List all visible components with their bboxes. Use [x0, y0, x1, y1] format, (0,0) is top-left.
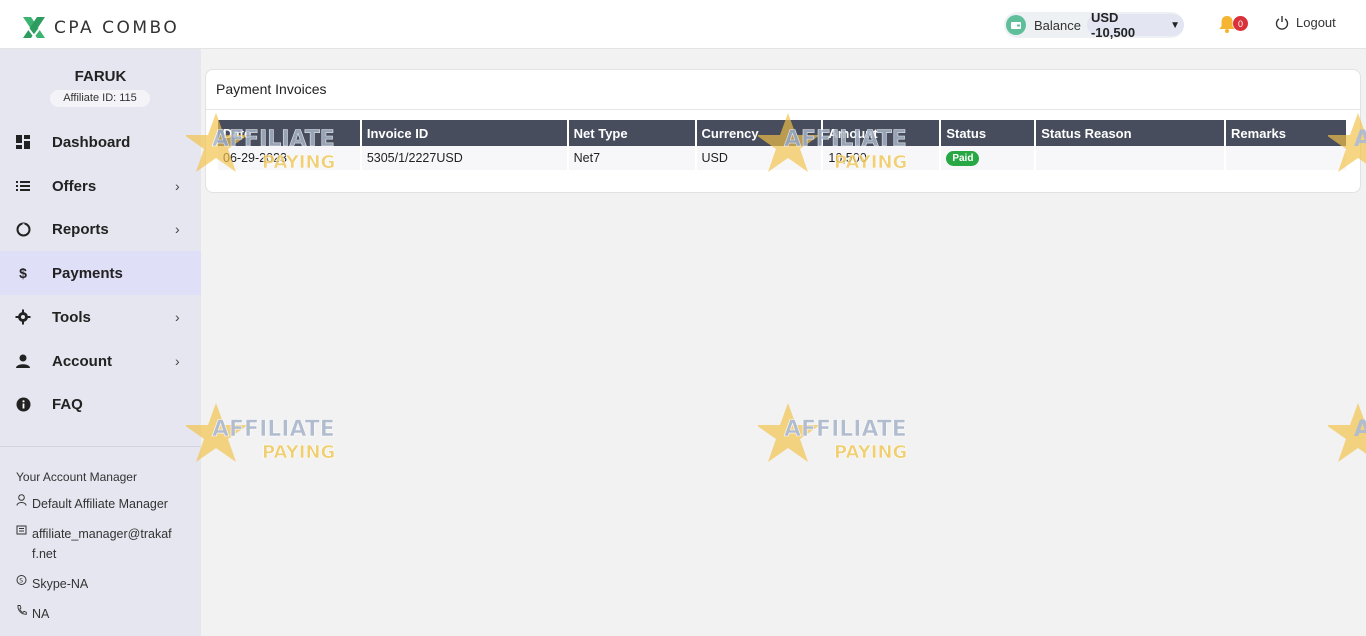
brand-name: CPA COMBO	[54, 18, 180, 38]
balance-value: USD -10,500	[1090, 10, 1136, 40]
account-manager-name: Default Affiliate Manager	[32, 497, 168, 511]
watermark-logo: AFFILIATE	[1328, 403, 1366, 462]
invoices-table: Date Invoice ID Net Type Currency Amount…	[218, 120, 1348, 170]
gear-icon	[15, 309, 31, 325]
watermark-line1: AFFILIATE	[784, 417, 907, 442]
account-manager-email-line2: f.net	[32, 547, 57, 561]
cell-status: Paid	[940, 146, 1037, 170]
sidebar-item-payments[interactable]: $ Payments	[0, 251, 201, 295]
cell-date: 06-29-2023	[218, 146, 362, 170]
account-manager-phone-row: NA	[16, 604, 49, 624]
column-header-currency[interactable]: Currency	[695, 120, 824, 146]
wallet-icon	[1006, 15, 1026, 35]
column-header-remarks[interactable]: Remarks	[1225, 120, 1348, 146]
sidebar-item-label: Reports	[52, 220, 109, 238]
status-badge: Paid	[946, 151, 980, 166]
chevron-right-icon: ›	[175, 353, 180, 369]
user-icon	[15, 353, 31, 369]
skype-icon: S	[16, 574, 32, 594]
account-manager-title: Your Account Manager	[16, 470, 137, 484]
watermark-logo: AFFILIATE PAYING	[758, 403, 908, 463]
sidebar-item-label: Account	[52, 352, 112, 370]
info-icon	[15, 396, 31, 412]
brand-logo-icon	[23, 17, 45, 38]
pie-icon	[15, 221, 31, 237]
card-divider	[206, 109, 1360, 110]
watermark-line1: AFFILIATE	[212, 417, 335, 442]
cell-status-reason	[1035, 146, 1227, 170]
column-header-net-type[interactable]: Net Type	[567, 120, 697, 146]
sidebar-item-account[interactable]: Account ›	[0, 339, 201, 383]
power-icon	[1275, 16, 1289, 30]
sidebar-item-tools[interactable]: Tools ›	[0, 295, 201, 339]
svg-text:S: S	[19, 578, 23, 585]
cell-remarks	[1225, 146, 1348, 170]
cell-currency: USD	[695, 146, 824, 170]
logout-label: Logout	[1296, 15, 1336, 30]
chevron-right-icon: ›	[175, 178, 180, 194]
balance-select[interactable]: USD -10,500 ▼	[1086, 10, 1184, 40]
column-header-status-reason[interactable]: Status Reason	[1035, 120, 1227, 146]
account-manager-skype-row: S Skype-NA	[16, 574, 88, 594]
cell-net-type: Net7	[567, 146, 697, 170]
account-manager-email-line1: affiliate_manager@trakaf	[32, 527, 172, 541]
mail-icon	[16, 524, 32, 564]
column-header-status[interactable]: Status	[940, 120, 1037, 146]
account-manager-phone: NA	[32, 607, 50, 621]
balance-widget: Balance USD -10,500 ▼	[1004, 10, 1184, 40]
balance-label: Balance	[1033, 17, 1081, 33]
watermark-line2: PAYING	[262, 442, 335, 463]
chevron-right-icon: ›	[175, 221, 180, 237]
sidebar: FARUK Affiliate ID: 115 Dashboard Offers…	[0, 49, 201, 636]
sidebar-item-offers[interactable]: Offers ›	[0, 164, 201, 208]
column-header-amount[interactable]: Amount	[822, 120, 942, 146]
dashboard-icon	[15, 134, 31, 150]
watermark-logo: AFFILIATE PAYING	[186, 403, 336, 463]
sidebar-item-label: Offers	[52, 177, 97, 195]
phone-icon	[16, 604, 32, 624]
sidebar-item-label: Payments	[52, 264, 123, 282]
sidebar-item-label: FAQ	[52, 395, 83, 413]
chevron-right-icon: ›	[175, 309, 180, 325]
chevron-down-icon: ▼	[1170, 19, 1180, 31]
cell-invoice-id: 5305/1/2227USD	[360, 146, 569, 170]
column-header-date[interactable]: Date	[218, 120, 362, 146]
sidebar-item-faq[interactable]: FAQ	[0, 382, 201, 426]
brand-logo[interactable]: CPA COMBO	[20, 14, 179, 42]
dollar-icon: $	[19, 265, 27, 281]
account-manager-skype: Skype-NA	[32, 577, 89, 591]
affiliate-id-badge: Affiliate ID: 115	[50, 90, 150, 107]
account-manager-email[interactable]: affiliate_manager@trakaf f.net	[32, 524, 172, 564]
watermark-line1: AFFILIATE	[1354, 417, 1366, 442]
user-name: FARUK	[74, 68, 127, 85]
list-icon	[15, 178, 31, 194]
logout-button[interactable]: Logout	[1275, 15, 1336, 30]
sidebar-item-label: Tools	[52, 308, 91, 326]
table-header-row: Date Invoice ID Net Type Currency Amount…	[218, 120, 1348, 146]
page-title: Payment Invoices	[216, 81, 327, 97]
sidebar-divider	[0, 446, 201, 447]
account-manager-email-row[interactable]: affiliate_manager@trakaf f.net	[16, 524, 172, 564]
notification-badge: 0	[1233, 16, 1248, 31]
payment-invoices-card: Payment Invoices Date Invoice ID Net Typ…	[205, 69, 1361, 193]
person-outline-icon	[16, 494, 32, 514]
column-header-invoice-id[interactable]: Invoice ID	[360, 120, 569, 146]
sidebar-item-dashboard[interactable]: Dashboard	[0, 120, 201, 164]
sidebar-item-reports[interactable]: Reports ›	[0, 207, 201, 251]
table-row: 06-29-2023 5305/1/2227USD Net7 USD 10,50…	[218, 146, 1348, 170]
watermark-line2: PAYING	[834, 442, 907, 463]
cell-amount: 10,500	[822, 146, 942, 170]
sidebar-item-label: Dashboard	[52, 133, 131, 151]
top-bar: CPA COMBO Balance USD -10,500 ▼ 0 Logout	[0, 0, 1366, 49]
account-manager-name-row: Default Affiliate Manager	[16, 494, 168, 514]
